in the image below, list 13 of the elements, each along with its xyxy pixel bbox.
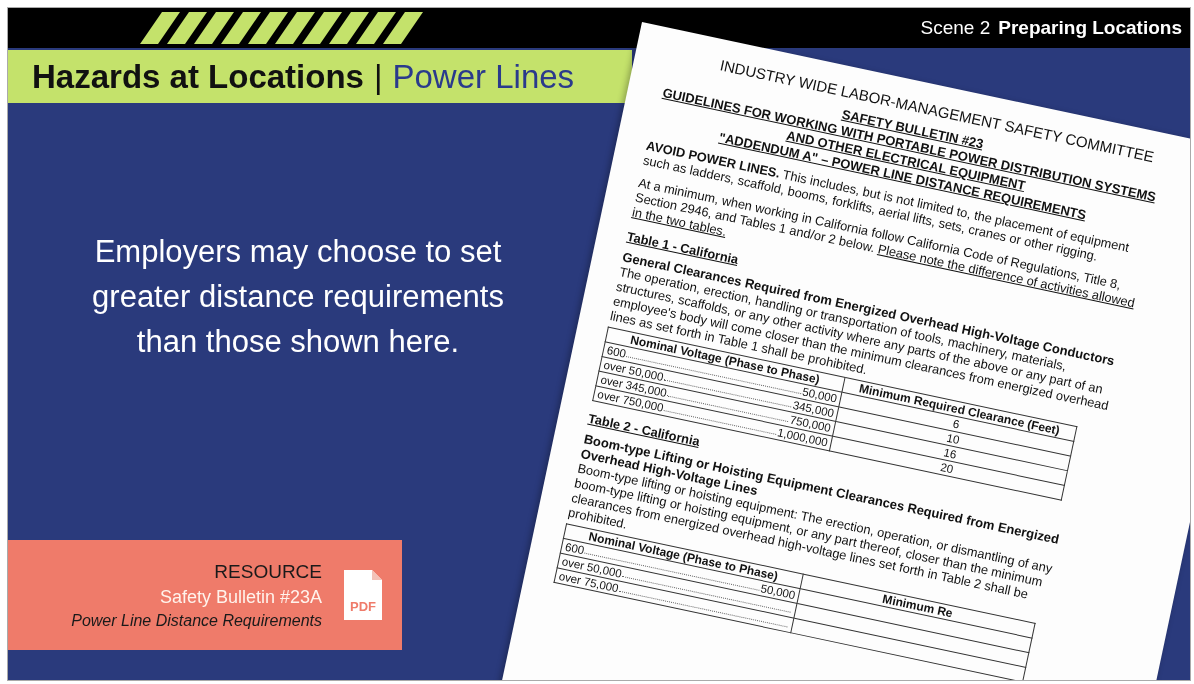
clearance-value: 20 [939,460,955,476]
scene-title: Preparing Locations [998,17,1182,39]
message-text: Employers may choose to set greater distance requirements than those shown here. [91,233,505,361]
resource-link[interactable]: Safety Bulletin #23A [159,586,322,608]
slide-title: Hazards at Locations [32,57,364,96]
slide-subtitle: Power Lines [392,57,575,96]
resource-subtitle: Power Line Distance Requirements [71,611,322,630]
resource-label: RESOURCE [214,560,322,583]
scene-label: Scene 2 [920,17,991,39]
title-separator: | [373,57,383,96]
pdf-file-icon[interactable]: PDF [344,570,382,620]
clearance-value: 6 [951,417,961,431]
clearance-value: 16 [942,446,958,461]
